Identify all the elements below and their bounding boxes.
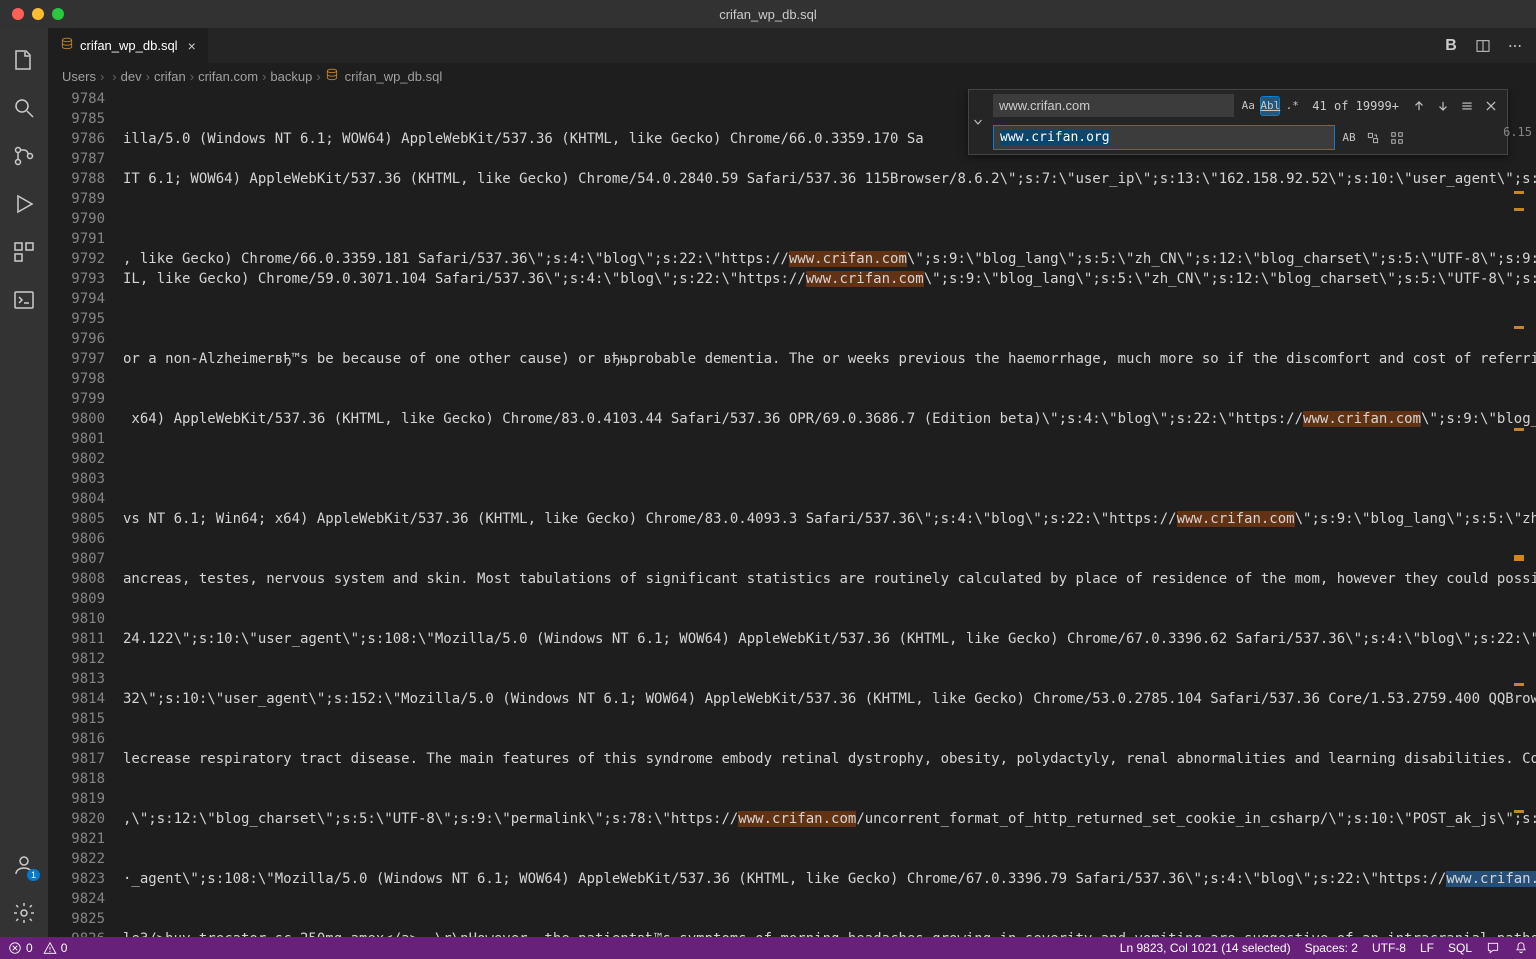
tab-bar: crifan_wp_db.sql × B [48,28,1536,63]
run-debug-button[interactable] [0,180,48,228]
preserve-case-toggle[interactable]: AB [1339,128,1359,148]
status-bar: 0 0 Ln 9823, Col 1021 (14 selected) Spac… [0,937,1536,959]
database-icon [60,37,74,54]
editor[interactable]: 9784978597869787978897899790979197929793… [48,89,1536,937]
overview-ruler[interactable] [1510,89,1524,937]
find-input[interactable] [993,94,1234,117]
window-controls [0,8,64,20]
settings-button[interactable] [0,889,48,937]
minimize-window-button[interactable] [32,8,44,20]
tab-file[interactable]: crifan_wp_db.sql × [48,28,208,63]
encoding-button[interactable]: UTF-8 [1372,941,1406,955]
chevron-right-icon: › [190,69,194,84]
chevron-right-icon: › [262,69,266,84]
replace-all-button[interactable] [1387,128,1407,148]
close-window-button[interactable] [12,8,24,20]
database-icon [325,68,339,85]
breadcrumb-item[interactable]: crifan [154,69,186,84]
feedback-button[interactable] [1486,941,1500,955]
breadcrumbs[interactable]: Users › › dev › crifan › crifan.com › ba… [48,63,1536,89]
errors-button[interactable]: 0 [8,941,33,955]
breadcrumb-item[interactable]: dev [121,69,142,84]
cursor-position[interactable]: Ln 9823, Col 1021 (14 selected) [1120,941,1291,955]
activity-bar: 1 [0,28,48,937]
more-actions-button[interactable] [1506,37,1524,55]
terminal-button[interactable] [0,276,48,324]
language-mode-button[interactable]: SQL [1448,941,1472,955]
find-in-selection-button[interactable] [1457,96,1477,116]
breadcrumb-item[interactable]: Users [62,69,96,84]
chevron-right-icon: › [146,69,150,84]
extensions-button[interactable] [0,228,48,276]
explorer-button[interactable] [0,36,48,84]
source-control-button[interactable] [0,132,48,180]
chevron-right-icon: › [112,69,116,84]
match-case-toggle[interactable]: Aa [1238,96,1258,116]
window-title: crifan_wp_db.sql [719,7,817,22]
replace-one-button[interactable] [1363,128,1383,148]
split-editor-button[interactable] [1474,37,1492,55]
breadcrumb-item[interactable]: crifan_wp_db.sql [325,68,443,85]
accounts-button[interactable]: 1 [0,841,48,889]
replace-input[interactable]: www.crifan.org [993,125,1335,150]
editor-actions: B [1442,28,1536,63]
line-number-gutter: 9784978597869787978897899790979197929793… [48,89,123,937]
bold-button[interactable]: B [1442,37,1460,55]
eol-button[interactable]: LF [1420,941,1434,955]
regex-toggle[interactable]: .* [1282,96,1302,116]
close-find-button[interactable] [1481,96,1501,116]
close-tab-button[interactable]: × [188,38,196,54]
find-replace-widget: Aa Abl .* 41 of 19999+ [968,89,1508,155]
notifications-button[interactable] [1514,941,1528,955]
toggle-replace-button[interactable] [969,90,987,154]
maximize-window-button[interactable] [52,8,64,20]
breadcrumb-item[interactable]: crifan.com [198,69,258,84]
titlebar: crifan_wp_db.sql [0,0,1536,28]
find-previous-button[interactable] [1409,96,1429,116]
code-content[interactable]: illa/5.0 (Windows NT 6.1; WOW64) AppleWe… [123,89,1536,937]
accounts-badge: 1 [27,869,40,881]
find-result-count: 41 of 19999+ [1312,99,1399,113]
chevron-right-icon: › [316,69,320,84]
chevron-right-icon: › [100,69,104,84]
match-word-toggle[interactable]: Abl [1260,96,1280,116]
warnings-button[interactable]: 0 [43,941,68,955]
editor-region: crifan_wp_db.sql × B Users › › dev › cri… [48,28,1536,937]
search-button[interactable] [0,84,48,132]
indentation-button[interactable]: Spaces: 2 [1305,941,1358,955]
breadcrumb-item[interactable]: backup [270,69,312,84]
tab-label: crifan_wp_db.sql [80,38,178,53]
find-next-button[interactable] [1433,96,1453,116]
